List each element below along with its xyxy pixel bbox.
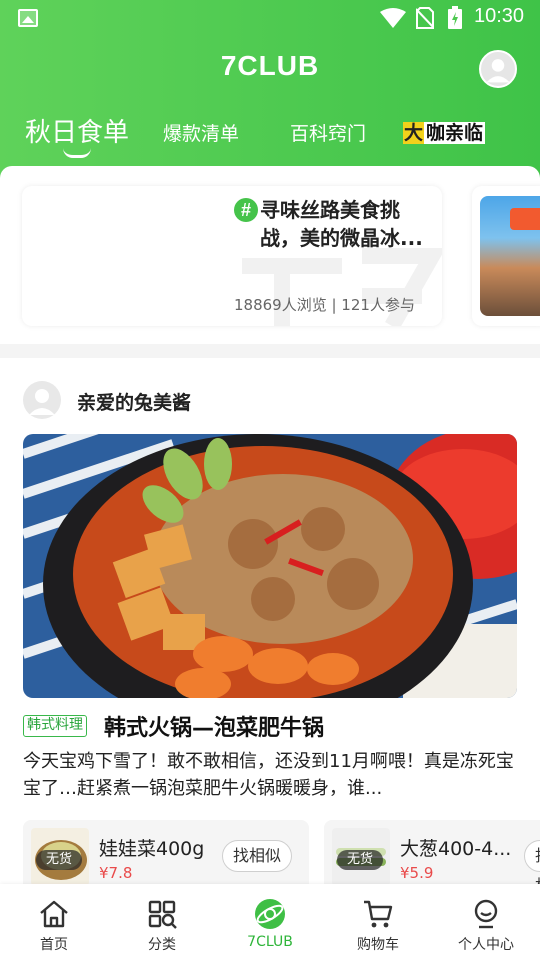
page-title: 7CLUB	[220, 50, 320, 81]
clock: 10:30	[474, 5, 525, 27]
category-tabs: 秋日食单 爆款清单 百科窍门 大咖亲临	[0, 112, 540, 162]
nav-label: 7CLUB	[247, 934, 293, 950]
club-icon	[255, 899, 285, 929]
product-card[interactable]: 无货 大葱400-4... ¥5.9 找相似	[324, 820, 540, 925]
nav-label: 个人中心	[458, 937, 514, 953]
post-image[interactable]	[23, 434, 517, 698]
hotpot-photo	[23, 434, 517, 698]
topic-thumbnail	[480, 196, 540, 316]
product-card[interactable]: 无货 娃娃菜400g ¥7.8 找相似	[23, 820, 309, 892]
product-name: 娃娃菜400g	[99, 838, 205, 860]
topic-card[interactable]: # 寻味丝路美食挑战，美的微晶冰... 18869人浏览 | 121人参与	[22, 186, 442, 326]
post-card[interactable]: 亲爱的兔美酱 韩式料理 韩式火锅—泡菜肥牛锅 今天宝鸡下雪了！敢不敢相信，还没到…	[0, 358, 540, 925]
nav-home[interactable]: 首页	[0, 884, 108, 960]
profile-icon	[474, 899, 498, 929]
status-bar: 10:30	[0, 0, 540, 36]
topic-card-next[interactable]	[472, 186, 540, 326]
banner-shape	[510, 208, 540, 230]
tab-celebrity-chef[interactable]: 大咖亲临	[403, 118, 486, 145]
hashtag-icon: #	[234, 198, 258, 222]
avatar-icon	[486, 59, 510, 83]
product-price: ¥5.9	[400, 864, 434, 882]
tab-label: 秋日食单	[25, 118, 130, 148]
nav-label: 首页	[40, 937, 68, 953]
find-similar-button[interactable]: 找相似	[222, 840, 293, 872]
tab-label-rest: 咖亲临	[424, 122, 486, 144]
nav-7club[interactable]: 7CLUB	[216, 884, 324, 960]
author-name[interactable]: 亲爱的兔美酱	[77, 388, 191, 415]
post-title[interactable]: 韩式火锅—泡菜肥牛锅	[104, 710, 324, 742]
avatar-icon	[29, 389, 55, 415]
wifi-icon	[380, 8, 406, 28]
post-description: 今天宝鸡下雪了！敢不敢相信，还没到11月啊喂！真是冻死宝宝了…赶紧煮一锅泡菜肥牛…	[23, 751, 514, 799]
active-tab-indicator	[63, 148, 91, 158]
recipe-tag[interactable]: 韩式料理	[23, 715, 87, 737]
tab-autumn-menu[interactable]: 秋日食单	[25, 112, 130, 158]
tab-tips[interactable]: 百科窍门	[290, 119, 366, 146]
out-of-stock-badge: 无货	[36, 850, 82, 870]
tab-label-highlight: 大	[403, 122, 425, 144]
nav-label: 分类	[148, 937, 176, 953]
nav-profile[interactable]: 个人中心	[432, 884, 540, 960]
product-name: 大葱400-4...	[400, 838, 512, 860]
author-avatar[interactable]	[23, 381, 61, 419]
category-icon	[148, 900, 177, 929]
battery-charging-icon	[448, 6, 462, 29]
tab-hot-list[interactable]: 爆款清单	[163, 119, 239, 146]
bottom-navigation: 首页 分类 7CLUB 购物车 个人中心	[0, 884, 540, 960]
nav-category[interactable]: 分类	[108, 884, 216, 960]
nav-label: 购物车	[357, 937, 399, 953]
topic-title: 寻味丝路美食挑战，美的微晶冰...	[260, 198, 423, 250]
home-icon	[40, 900, 68, 928]
no-sim-icon	[416, 7, 434, 29]
gallery-notification-icon	[18, 9, 38, 27]
out-of-stock-badge: 无货	[337, 850, 383, 870]
cart-icon	[364, 900, 393, 928]
nav-cart[interactable]: 购物车	[324, 884, 432, 960]
topic-stats: 18869人浏览 | 121人参与	[234, 296, 415, 314]
product-price: ¥7.8	[99, 864, 133, 882]
find-similar-button[interactable]: 找相似	[524, 840, 540, 925]
user-avatar-button[interactable]	[479, 50, 517, 88]
